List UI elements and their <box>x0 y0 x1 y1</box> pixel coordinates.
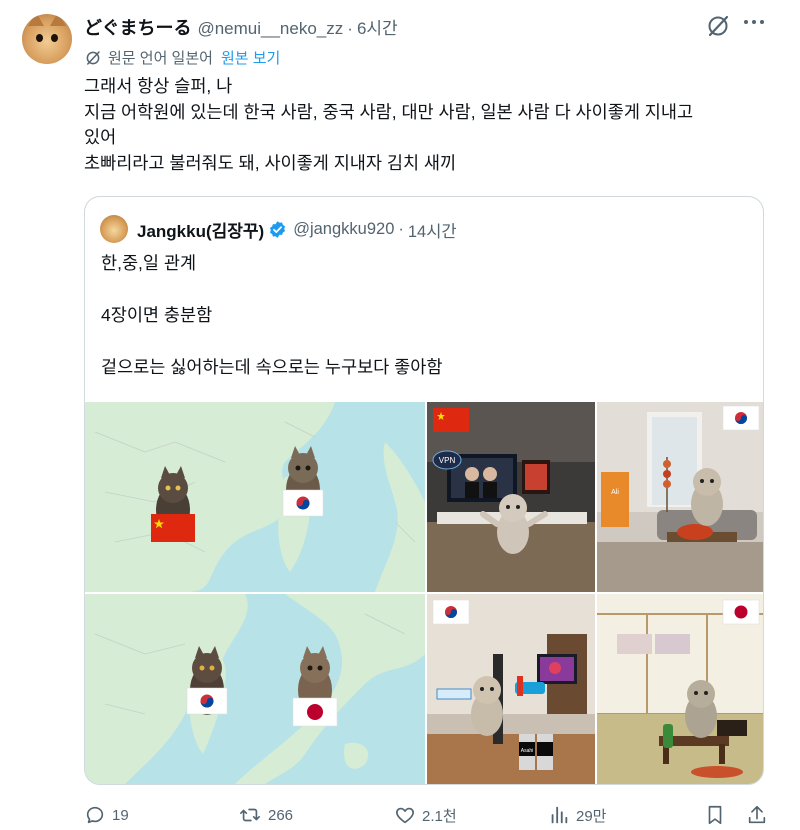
reply-button[interactable]: 19 <box>84 804 129 826</box>
repost-button[interactable]: 266 <box>238 804 293 826</box>
translate-label: 원문 언어 일본어 <box>108 50 213 67</box>
image-room-china[interactable]: VPN <box>427 402 595 592</box>
repost-count: 266 <box>268 806 294 824</box>
image-map-china-korea[interactable] <box>85 402 425 592</box>
image-map-korea-japan[interactable] <box>85 594 425 784</box>
grok-icon[interactable] <box>706 14 730 38</box>
quoted-handle[interactable]: @jangkku920 <box>293 220 394 239</box>
reply-icon <box>86 806 104 824</box>
like-icon <box>396 807 414 824</box>
quoted-text-line: 한,중,일 관계 <box>101 253 197 273</box>
post-text-line: 지금 어학원에 있는데 한국 사람, 중국 사람, 대만 사람, 일본 사람 다… <box>84 101 694 122</box>
verified-icon <box>270 221 286 238</box>
action-bar: 19 266 2.1천 29만 <box>0 800 800 828</box>
avatar-ear <box>50 14 66 26</box>
image-room-japan[interactable] <box>597 594 763 784</box>
views-icon <box>551 806 568 824</box>
image-room-korea[interactable]: Ali <box>597 402 763 592</box>
author-display-name[interactable]: どぐまちーる <box>84 14 191 40</box>
quoted-text-line: 겉으로는 싫어하는데 속으로는 누구보다 좋아함 <box>101 357 443 377</box>
view-original-link[interactable]: 원본 보기 <box>221 47 280 68</box>
box-label: Ali <box>611 489 619 496</box>
translation-row: 원문 언어 일본어 원본 보기 <box>84 47 280 68</box>
post-text: 그래서 항상 슬퍼, 나 지금 어학원에 있는데 한국 사람, 중국 사람, 대… <box>84 74 774 176</box>
reply-count: 19 <box>112 806 129 824</box>
avatar-ear <box>28 14 44 26</box>
views-count: 29만 <box>576 807 607 825</box>
author-avatar[interactable] <box>22 14 72 64</box>
bookmark-icon[interactable] <box>704 804 726 826</box>
like-count: 2.1천 <box>422 807 457 825</box>
image-grid: VPN Ali Asahi <box>85 402 763 784</box>
avatar-eye <box>51 34 58 42</box>
image-room-korea-2[interactable]: Asahi <box>427 594 595 784</box>
post-header: どぐまちーる @nemui__neko_zz · 6시간 <box>84 14 398 40</box>
views-button[interactable]: 29만 <box>548 804 607 826</box>
quoted-post[interactable]: Jangkku(김장꾸) @jangkku920 · 14시간 한,중,일 관계… <box>84 196 764 785</box>
more-icon[interactable] <box>744 20 764 30</box>
avatar-eye <box>36 34 43 42</box>
post-text-line: 그래서 항상 슬퍼, 나 <box>84 76 233 96</box>
quoted-post-header: Jangkku(김장꾸) @jangkku920 · 14시간 <box>137 217 457 242</box>
post-text-line: 초빠리라고 불러줘도 돼, 사이좋게 지내자 김치 새끼 <box>84 152 457 173</box>
quoted-time[interactable]: 14시간 <box>408 218 457 242</box>
separator-dot: · <box>347 19 353 38</box>
share-icon[interactable] <box>746 804 768 826</box>
beer-label: Asahi <box>521 748 534 754</box>
post-text-line: 있어 <box>84 127 117 147</box>
translate-icon <box>86 50 100 65</box>
quoted-text-line: 4장이면 충분함 <box>101 305 213 325</box>
separator-dot: · <box>398 220 404 238</box>
quoted-author-avatar[interactable] <box>100 215 128 243</box>
repost-icon <box>240 808 260 822</box>
post-time[interactable]: 6시간 <box>357 14 398 39</box>
quoted-display-name[interactable]: Jangkku(김장꾸) <box>137 217 264 242</box>
like-button[interactable]: 2.1천 <box>394 804 457 826</box>
author-handle[interactable]: @nemui__neko_zz <box>197 19 343 39</box>
vpn-label: VPN <box>439 456 456 465</box>
